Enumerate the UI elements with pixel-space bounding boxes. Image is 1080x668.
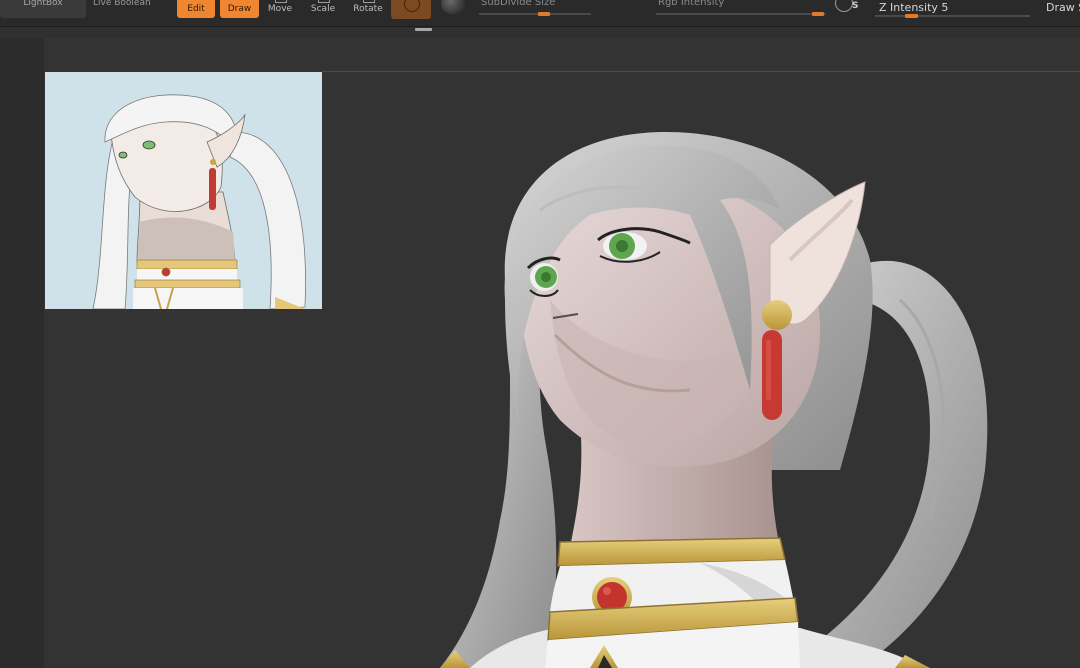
edit-label: Edit — [187, 4, 205, 14]
subdivide-size-handle[interactable] — [538, 12, 550, 16]
edit-button[interactable]: Edit — [177, 0, 215, 18]
sculpting-app: LightBox Live Boolean Edit Draw Move Sca… — [0, 0, 1080, 668]
viewport-divider — [322, 71, 1080, 72]
rgb-intensity-handle[interactable] — [812, 12, 824, 16]
draw-size-label: Draw S — [1046, 1, 1080, 14]
move-button[interactable]: Move — [262, 0, 298, 18]
z-intensity-label: Z Intensity 5 — [879, 1, 949, 14]
scale-button[interactable]: Scale — [305, 0, 341, 18]
subdivide-size-slider[interactable] — [479, 13, 591, 15]
rgb-intensity-slider[interactable] — [656, 13, 826, 15]
reference-illustration-graphic — [45, 72, 322, 309]
reference-illustration[interactable] — [45, 72, 322, 309]
scale-icon — [318, 0, 330, 3]
subdivide-size-label: SubDivide Size — [481, 0, 556, 8]
lightbox-label: LightBox — [23, 0, 63, 8]
rotate-button[interactable]: Rotate — [348, 0, 388, 18]
live-boolean-button[interactable]: Live Boolean — [93, 0, 151, 18]
move-icon — [275, 0, 287, 3]
z-intensity-handle[interactable] — [905, 14, 918, 18]
left-shelf — [0, 38, 44, 668]
move-label: Move — [267, 4, 293, 14]
draw-label: Draw — [227, 4, 252, 14]
collapse-handle[interactable] — [415, 28, 432, 31]
draw-button[interactable]: Draw — [220, 0, 259, 18]
scale-label: Scale — [310, 4, 336, 14]
rotate-label: Rotate — [353, 4, 383, 14]
rgb-intensity-label: Rgb Intensity — [658, 0, 725, 8]
material-icon[interactable] — [441, 0, 465, 14]
s-toggle-label: S — [852, 1, 859, 11]
brush-icon — [404, 0, 420, 12]
s-toggle-icon[interactable] — [835, 0, 853, 12]
rotate-icon — [363, 0, 375, 3]
z-intensity-slider[interactable] — [875, 15, 1030, 17]
lightbox-button[interactable]: LightBox — [0, 0, 86, 18]
live-boolean-label: Live Boolean — [93, 0, 151, 8]
top-toolbar: LightBox Live Boolean Edit Draw Move Sca… — [0, 0, 1080, 27]
current-brush-button[interactable] — [391, 0, 431, 19]
